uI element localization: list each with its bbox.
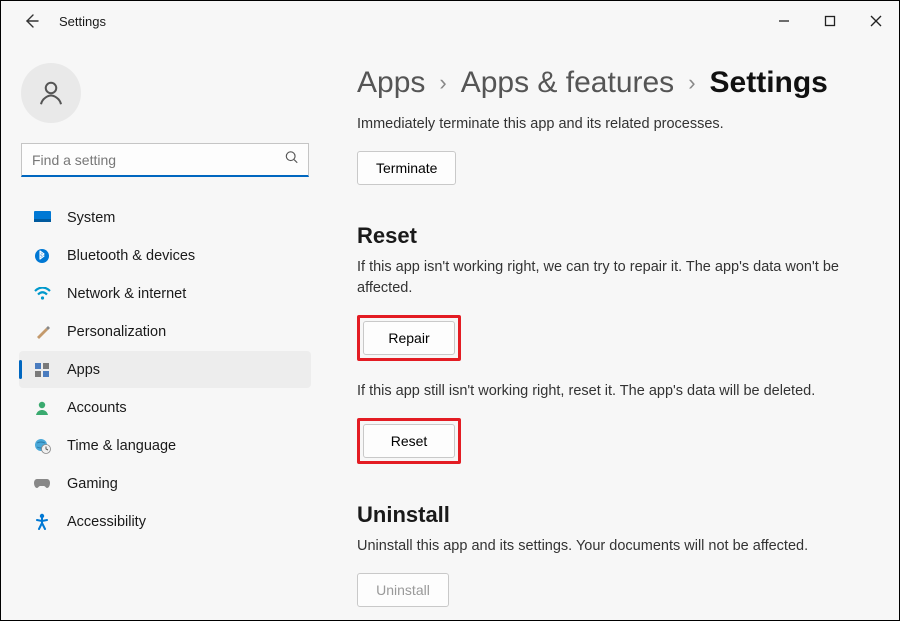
nav-label: Bluetooth & devices bbox=[67, 248, 195, 264]
window-title: Settings bbox=[59, 14, 106, 29]
arrow-left-icon bbox=[23, 13, 39, 29]
sidebar: System Bluetooth & devices Network & int… bbox=[1, 41, 321, 620]
wifi-icon bbox=[33, 285, 51, 303]
terminate-description: Immediately terminate this app and its r… bbox=[357, 114, 863, 135]
nav-label: Personalization bbox=[67, 324, 166, 340]
brush-icon bbox=[33, 323, 51, 341]
system-icon bbox=[33, 209, 51, 227]
uninstall-description: Uninstall this app and its settings. You… bbox=[357, 536, 863, 557]
reset-description: If this app still isn't working right, r… bbox=[357, 381, 863, 402]
sidebar-item-apps[interactable]: Apps bbox=[19, 351, 311, 388]
crumb-settings: Settings bbox=[710, 66, 828, 100]
accounts-icon bbox=[33, 399, 51, 417]
sidebar-item-accounts[interactable]: Accounts bbox=[19, 389, 311, 426]
reset-heading: Reset bbox=[357, 223, 863, 249]
nav-label: Accessibility bbox=[67, 514, 146, 530]
main-content: Apps › Apps & features › Settings Immedi… bbox=[321, 41, 899, 620]
sidebar-item-bluetooth[interactable]: Bluetooth & devices bbox=[19, 237, 311, 274]
avatar[interactable] bbox=[21, 63, 81, 123]
minimize-icon bbox=[778, 15, 790, 27]
search-container bbox=[21, 143, 309, 177]
reset-button[interactable]: Reset bbox=[363, 424, 455, 458]
gamepad-icon bbox=[33, 475, 51, 493]
uninstall-button[interactable]: Uninstall bbox=[357, 573, 449, 607]
crumb-apps[interactable]: Apps bbox=[357, 66, 425, 100]
nav-label: System bbox=[67, 210, 115, 226]
uninstall-heading: Uninstall bbox=[357, 502, 863, 528]
person-icon bbox=[36, 78, 66, 108]
minimize-button[interactable] bbox=[761, 1, 807, 41]
chevron-right-icon: › bbox=[688, 70, 695, 96]
repair-description: If this app isn't working right, we can … bbox=[357, 257, 863, 299]
titlebar: Settings bbox=[1, 1, 899, 41]
sidebar-item-gaming[interactable]: Gaming bbox=[19, 465, 311, 502]
nav-label: Network & internet bbox=[67, 286, 186, 302]
nav-list: System Bluetooth & devices Network & int… bbox=[19, 199, 311, 540]
terminate-button[interactable]: Terminate bbox=[357, 151, 456, 185]
repair-highlight: Repair bbox=[357, 315, 461, 361]
search-input[interactable] bbox=[21, 143, 309, 177]
accessibility-icon bbox=[33, 513, 51, 531]
globe-clock-icon bbox=[33, 437, 51, 455]
sidebar-item-network[interactable]: Network & internet bbox=[19, 275, 311, 312]
nav-label: Gaming bbox=[67, 476, 118, 492]
chevron-right-icon: › bbox=[439, 70, 446, 96]
repair-button[interactable]: Repair bbox=[363, 321, 455, 355]
bluetooth-icon bbox=[33, 247, 51, 265]
search-icon bbox=[285, 151, 299, 170]
maximize-button[interactable] bbox=[807, 1, 853, 41]
apps-icon bbox=[33, 361, 51, 379]
breadcrumb: Apps › Apps & features › Settings bbox=[357, 66, 863, 100]
crumb-apps-features[interactable]: Apps & features bbox=[461, 66, 674, 100]
nav-label: Apps bbox=[67, 362, 100, 378]
sidebar-item-personalization[interactable]: Personalization bbox=[19, 313, 311, 350]
back-button[interactable] bbox=[21, 11, 41, 31]
reset-highlight: Reset bbox=[357, 418, 461, 464]
nav-label: Time & language bbox=[67, 438, 176, 454]
sidebar-item-system[interactable]: System bbox=[19, 199, 311, 236]
nav-label: Accounts bbox=[67, 400, 127, 416]
window-controls bbox=[761, 1, 899, 41]
sidebar-item-time[interactable]: Time & language bbox=[19, 427, 311, 464]
sidebar-item-accessibility[interactable]: Accessibility bbox=[19, 503, 311, 540]
close-button[interactable] bbox=[853, 1, 899, 41]
maximize-icon bbox=[824, 15, 836, 27]
close-icon bbox=[870, 15, 882, 27]
